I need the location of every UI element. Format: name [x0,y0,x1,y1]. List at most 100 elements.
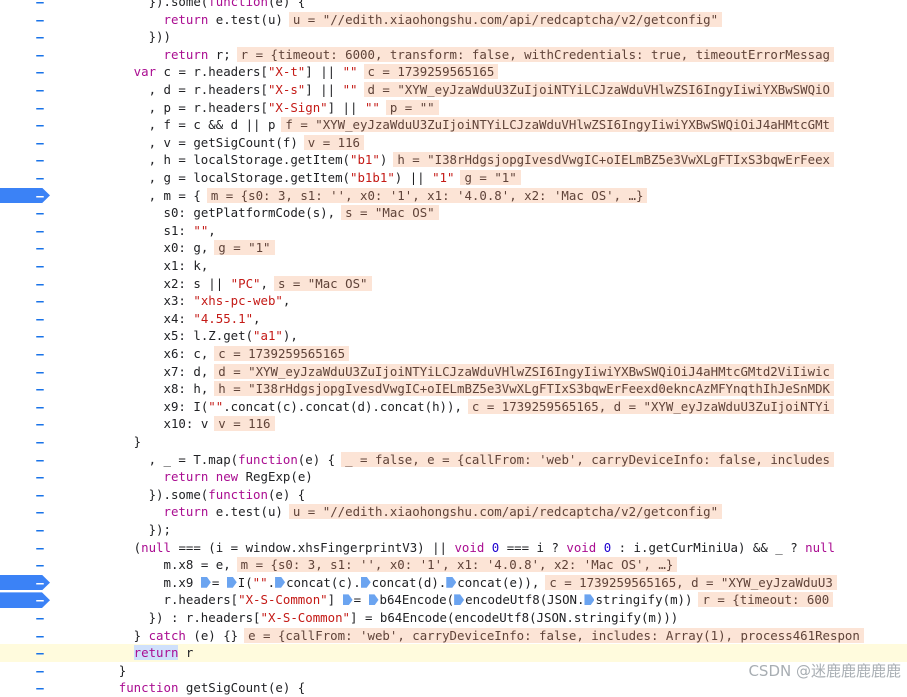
code-line[interactable]: – (null === (i = window.xhsFingerprintV3)… [0,539,907,557]
line-marker[interactable]: – [34,46,46,64]
line-marker[interactable]: – [34,292,46,310]
line-marker[interactable]: – [34,134,46,152]
code-text: }).some(function(e) { [148,0,306,9]
line-marker[interactable]: – [34,81,46,99]
code-text: x5: l.Z.get("a1"), [163,328,298,344]
code-line[interactable]: – x3: "xhs-pc-web", [0,292,907,310]
code-line[interactable]: –}).some(function(e) { [0,486,907,504]
code-line[interactable]: – , g = localStorage.getItem("b1b1") || … [0,169,907,187]
line-marker[interactable]: – [34,556,46,574]
code-line[interactable]: – x0: g, g = "1" [0,239,907,257]
code-text: x10: vv = 116 [164,415,275,433]
line-marker[interactable]: – [34,363,46,381]
code-line[interactable]: –})) [0,28,907,46]
line-marker[interactable]: – [34,222,46,240]
line-marker[interactable]: – [34,609,46,627]
line-marker[interactable]: – [34,239,46,257]
line-marker[interactable]: – [34,468,46,486]
step-into-icon[interactable] [200,576,211,588]
step-into-icon[interactable] [368,594,379,606]
code-line[interactable]: – }).some(function(e) { [0,0,907,11]
line-marker[interactable]: – [34,0,46,11]
line-marker[interactable]: – [34,503,46,521]
line-marker[interactable]: – [34,380,46,398]
code-line[interactable]: – m.x8 = e, m = {s0: 3, s1: '', x0: '1', x… [0,556,907,574]
step-into-icon[interactable] [275,576,286,588]
code-line[interactable]: –}) : r.headers["X-S-Common"] = b64Encod… [0,609,907,627]
code-line[interactable]: –} [0,433,907,451]
code-text: , _ = T.map(function(e) {_ = false, e = … [134,451,834,469]
code-line[interactable]: – , v = getSigCount(f) v = 116 [0,134,907,152]
code-line[interactable]: –} catch (e) {} e = {callFrom: 'web', car… [0,627,907,645]
code-line[interactable]: – , _ = T.map(function(e) {_ = false, e … [0,451,907,469]
code-line[interactable]: – x10: vv = 116 [0,415,907,433]
code-text: x7: d, d = "XYW_eyJzaWduU3ZuIjoiNTYiLCJza… [164,363,834,381]
line-marker[interactable]: – [34,310,46,328]
line-marker[interactable]: – [34,486,46,504]
line-marker[interactable]: – [34,574,46,592]
code-line[interactable]: – m.x9 = I("". concat(c). concat(d). concat(… [0,574,907,592]
code-line[interactable]: – x4: "4.55.1", [0,310,907,328]
code-line[interactable]: – s1: "", [0,222,907,240]
code-text: , m = {m = {s0: 3, s1: '', x0: '1', x1: … [134,187,648,205]
code-line[interactable]: – r.headers["X-S-Common"] = b64Encode(enc… [0,591,907,609]
step-into-icon[interactable] [360,576,371,588]
code-line[interactable]: – s0: getPlatformCode(s), s = "Mac OS" [0,204,907,222]
line-marker[interactable]: – [34,63,46,81]
line-marker[interactable]: – [34,275,46,293]
line-marker[interactable]: – [34,679,46,697]
line-marker[interactable]: – [34,644,46,662]
line-marker[interactable]: – [34,28,46,46]
line-marker[interactable]: – [34,662,46,680]
code-line[interactable]: – , f = c && d || pf = "XYW_eyJzaWduU3Zu… [0,116,907,134]
code-line[interactable]: – x9: I("".concat(c).concat(d).concat(h))… [0,398,907,416]
line-marker[interactable]: – [34,345,46,363]
code-line[interactable]: – function getSigCount(e) { [0,679,907,697]
line-marker[interactable]: – [34,591,46,609]
line-marker[interactable]: – [34,99,46,117]
step-into-icon[interactable] [454,594,465,606]
code-line[interactable]: – x5: l.Z.get("a1"), [0,327,907,345]
step-into-icon[interactable] [584,594,595,606]
source-editor[interactable]: – }).some(function(e) { – return e.test(u) u… [0,0,907,695]
code-line[interactable]: – x7: d, d = "XYW_eyJzaWduU3ZuIjoiNTYiLCJz… [0,363,907,381]
step-into-icon[interactable] [446,576,457,588]
line-marker[interactable]: – [34,204,46,222]
step-into-icon[interactable] [226,576,237,588]
line-marker[interactable]: – [34,415,46,433]
code-text: })) [148,29,171,45]
code-line[interactable]: – return new RegExp(e) [0,468,907,486]
line-marker[interactable]: – [34,327,46,345]
code-line[interactable]: – , p = r.headers["X-Sign"] || "" p = "" [0,99,907,117]
line-marker[interactable]: – [34,151,46,169]
code-line[interactable]: – var c = r.headers["X-t"] || "" c = 17392… [0,63,907,81]
code-text: return new RegExp(e) [163,469,313,485]
code-line[interactable]: – x2: s || "PC", s = "Mac OS" [0,275,907,293]
line-marker[interactable]: – [34,539,46,557]
line-marker[interactable]: – [34,627,46,645]
line-marker[interactable]: – [34,11,46,29]
line-marker[interactable]: – [34,169,46,187]
code-line[interactable]: – , m = {m = {s0: 3, s1: '', x0: '1', x1… [0,187,907,205]
inline-value-preview: d = "XYW_eyJzaWduU3ZuIjoiNTYiLCJzaWduVHl… [363,82,835,97]
code-line[interactable]: – , d = r.headers["X-s"] || "" d = "XYW_e… [0,81,907,99]
line-marker[interactable]: – [34,433,46,451]
line-marker[interactable]: – [34,398,46,416]
inline-value-preview: d = "XYW_eyJzaWduU3ZuIjoiNTYiLCJzaWduVHl… [214,363,834,379]
code-line[interactable]: – return e.test(u) u = "//edith.xiaohongsh… [0,11,907,29]
line-marker[interactable]: – [34,187,46,205]
code-line[interactable]: –}); [0,521,907,539]
step-into-icon[interactable] [342,594,353,606]
line-marker[interactable]: – [34,257,46,275]
code-line[interactable]: – return r; r = {timeout: 6000, transform:… [0,46,907,64]
code-line[interactable]: – x8: h, h = "I38rHdgsjopgIvesdVwgIC+oIELm… [0,380,907,398]
code-line[interactable]: – return e.test(u) u = "//edith.xiaohongsh… [0,503,907,521]
inline-value-preview: c = 1739259565165 [214,346,350,361]
line-marker[interactable]: – [34,116,46,134]
code-line[interactable]: – , h = localStorage.getItem("b1") h = "I… [0,151,907,169]
code-text: r.headers["X-S-Common"] = b64Encode(enco… [164,591,834,609]
line-marker[interactable]: – [34,521,46,539]
code-line[interactable]: – x6: c, c = 1739259565165 [0,345,907,363]
line-marker[interactable]: – [34,451,46,469]
code-line[interactable]: – x1: k, [0,257,907,275]
